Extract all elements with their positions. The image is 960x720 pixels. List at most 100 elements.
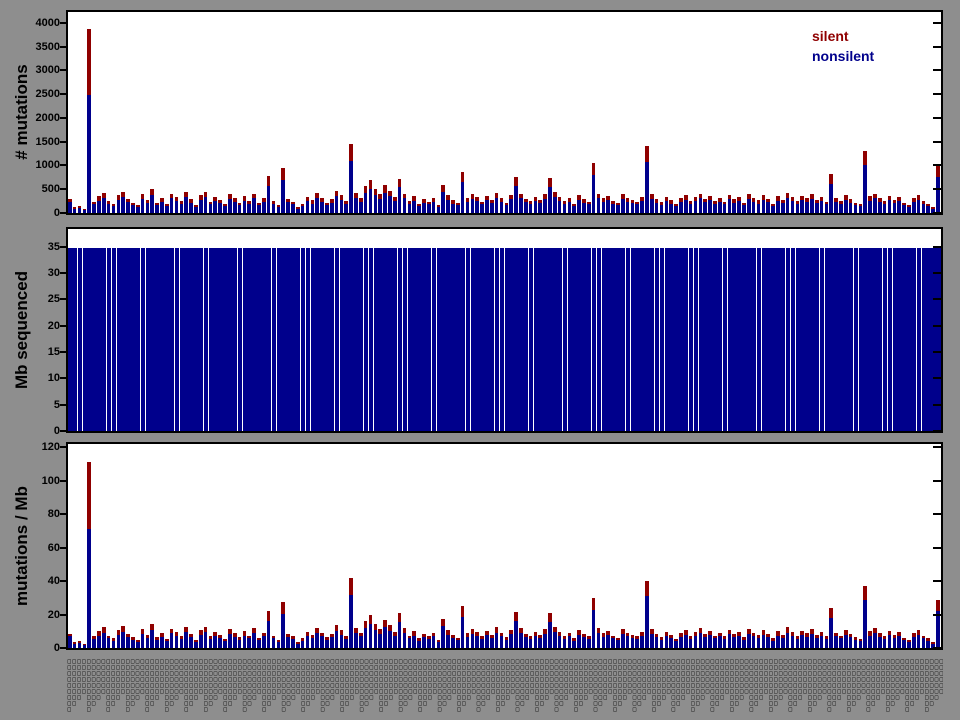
bar-silent (616, 203, 620, 206)
y-tick-label: 5 (53, 398, 60, 411)
bar-nonsilent (92, 204, 96, 213)
bar-mb-sequenced (184, 247, 189, 431)
bar-mb-sequenced (829, 247, 834, 431)
bar-mb-sequenced (383, 247, 388, 431)
bar-silent (805, 633, 809, 637)
bar-mb-sequenced (877, 247, 883, 431)
bar-nonsilent (601, 636, 606, 648)
bar-mb-sequenced (165, 247, 170, 431)
bar-silent (456, 203, 460, 206)
bar-nonsilent (829, 618, 834, 648)
bar-nonsilent (412, 200, 416, 213)
y-tick-mark (933, 324, 941, 327)
bar-nonsilent (300, 205, 305, 213)
bar-silent (553, 192, 557, 198)
bar-silent (713, 200, 717, 204)
bar-mb-sequenced (582, 247, 587, 431)
bar-silent (936, 165, 940, 177)
bar-silent (810, 194, 814, 199)
bar-mb-sequenced (892, 247, 897, 431)
bar-silent (751, 632, 756, 637)
y-tick-mark (933, 188, 941, 191)
bar-silent (766, 198, 771, 203)
bar-nonsilent (111, 640, 116, 648)
bar-nonsilent (494, 632, 499, 648)
bar-mb-sequenced (446, 247, 451, 431)
y-tick-label: 15 (47, 346, 60, 359)
bar-nonsilent (72, 208, 77, 213)
bar-mb-sequenced (145, 247, 151, 431)
bar-nonsilent (126, 202, 130, 213)
bar-silent (446, 195, 450, 200)
bar-silent (776, 196, 780, 201)
bar-silent (441, 184, 446, 192)
bar-silent (97, 631, 101, 636)
bar-nonsilent (426, 204, 431, 213)
bar-mb-sequenced (810, 247, 815, 431)
bar-mb-sequenced (436, 247, 442, 431)
bar-mb-sequenced (262, 247, 267, 431)
bar-silent (819, 631, 824, 636)
bar-silent (509, 194, 513, 200)
bar-mb-sequenced (485, 247, 490, 431)
bar-mb-sequenced (203, 247, 209, 431)
bar-silent (834, 632, 838, 637)
bar-mb-sequenced (339, 247, 345, 431)
bar-silent (131, 202, 135, 206)
bar-nonsilent (780, 637, 785, 648)
bar-mb-sequenced (295, 247, 301, 431)
y-tick-label: 80 (47, 508, 60, 521)
bar-mb-sequenced (116, 247, 121, 431)
bar-nonsilent (456, 205, 460, 213)
bar-silent (131, 637, 135, 641)
bar-silent (281, 602, 286, 615)
bar-mb-sequenced (683, 247, 689, 431)
bar-nonsilent (174, 635, 179, 648)
bar-silent (577, 630, 581, 635)
figure: # mutations silent nonsilent Mb sequence… (0, 0, 960, 720)
bar-mb-sequenced (441, 247, 446, 431)
bar-mb-sequenced (363, 247, 369, 431)
bar-silent (111, 203, 116, 206)
bar-silent (363, 621, 368, 628)
bar-silent (936, 599, 940, 612)
bar-nonsilent (97, 635, 101, 648)
bar-nonsilent (320, 201, 324, 213)
bar-silent (882, 201, 887, 204)
bar-silent (470, 194, 475, 199)
bar-nonsilent (470, 198, 475, 213)
bar-mb-sequenced (213, 247, 218, 431)
y-tick-mark (60, 351, 66, 354)
bar-silent (295, 642, 300, 644)
bar-nonsilent (325, 639, 329, 648)
bar-silent (528, 201, 533, 204)
bar-nonsilent (68, 636, 72, 648)
bar-nonsilent (266, 186, 271, 213)
bar-mb-sequenced (72, 247, 78, 431)
bar-nonsilent (596, 198, 601, 213)
bar-nonsilent (533, 200, 538, 213)
bar-nonsilent (213, 636, 218, 648)
bar-nonsilent (247, 638, 252, 648)
bar-nonsilent (155, 639, 159, 648)
bar-mb-sequenced (266, 247, 272, 431)
bar-silent (805, 198, 809, 203)
bar-nonsilent (460, 182, 465, 213)
bar-nonsilent (131, 205, 135, 213)
bar-silent (213, 632, 218, 636)
bar-nonsilent (441, 626, 446, 648)
bar-nonsilent (848, 637, 853, 648)
bar-nonsilent (460, 616, 465, 648)
bar-nonsilent (456, 640, 460, 648)
bar-mb-sequenced (228, 247, 233, 431)
bar-nonsilent (470, 633, 475, 648)
bar-mb-sequenced (257, 247, 262, 431)
bar-silent (489, 199, 494, 204)
bar-silent (649, 194, 654, 199)
bar-silent (344, 201, 349, 204)
bar-silent (897, 197, 901, 202)
bar-mb-sequenced (504, 247, 509, 431)
bar-nonsilent (305, 200, 310, 213)
bar-silent (848, 634, 853, 638)
bar-nonsilent (208, 204, 213, 213)
